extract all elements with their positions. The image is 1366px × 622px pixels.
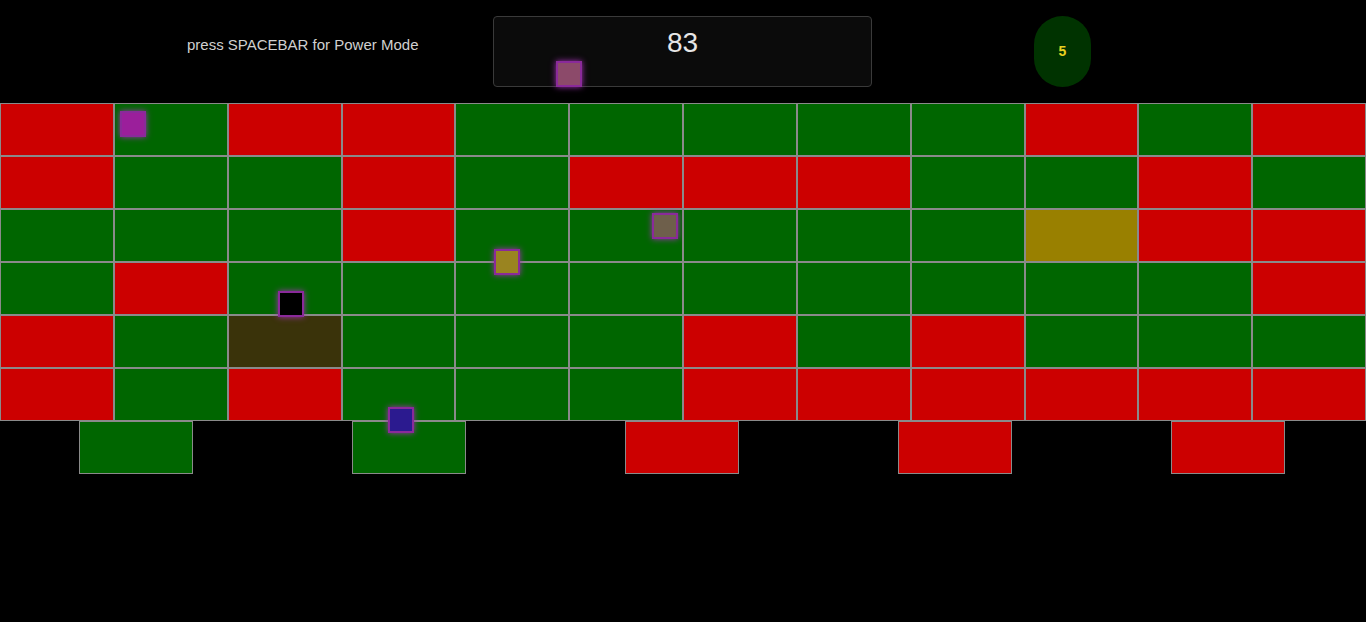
grid-tile[interactable] [1252, 209, 1366, 262]
grid-tile[interactable] [114, 368, 228, 421]
grid-tile[interactable] [455, 315, 569, 368]
grid-tile[interactable] [797, 209, 911, 262]
grid-tile[interactable] [683, 262, 797, 315]
grid-tile[interactable] [0, 209, 114, 262]
grid-tile[interactable] [569, 368, 683, 421]
pad [1171, 421, 1285, 474]
lives-badge: 5 [1034, 16, 1091, 87]
grid-tile[interactable] [569, 156, 683, 209]
grid-tile[interactable] [1252, 262, 1366, 315]
grid-tile[interactable] [569, 262, 683, 315]
hud-bar: press SPACEBAR for Power Mode83 5 [0, 0, 1366, 103]
power-mode-hint: press SPACEBAR for Power Mode [187, 34, 493, 57]
grid-tile[interactable] [1025, 103, 1139, 156]
grid-tile[interactable] [1138, 156, 1252, 209]
game-piece[interactable] [388, 407, 414, 433]
grid-tile[interactable] [1252, 103, 1366, 156]
grid-tile[interactable] [797, 368, 911, 421]
grid-tile[interactable] [569, 103, 683, 156]
grid-tile[interactable] [1138, 315, 1252, 368]
grid-tile[interactable] [0, 156, 114, 209]
grid-tile[interactable] [683, 103, 797, 156]
grid-tile[interactable] [228, 103, 342, 156]
grid-tile[interactable] [797, 156, 911, 209]
grid-tile[interactable] [342, 209, 456, 262]
game-piece[interactable] [494, 249, 520, 275]
grid-tile[interactable] [683, 156, 797, 209]
game-screen: press SPACEBAR for Power Mode83 5 [0, 0, 1366, 622]
grid-tile[interactable] [228, 368, 342, 421]
pad [898, 421, 1012, 474]
grid-tile[interactable] [797, 262, 911, 315]
score-box: 83 [493, 16, 872, 87]
grid-tile[interactable] [683, 209, 797, 262]
grid-tile[interactable] [114, 209, 228, 262]
grid-tile[interactable] [683, 368, 797, 421]
grid-tile[interactable] [228, 156, 342, 209]
grid-tile[interactable] [1025, 262, 1139, 315]
grid-tile[interactable] [342, 262, 456, 315]
game-piece[interactable] [120, 111, 146, 137]
grid-tile[interactable] [0, 262, 114, 315]
grid-tile[interactable] [1252, 315, 1366, 368]
pad-row [0, 421, 1366, 474]
grid-tile[interactable] [1138, 368, 1252, 421]
grid-tile[interactable] [1252, 368, 1366, 421]
pad [625, 421, 739, 474]
grid-tile[interactable] [1138, 262, 1252, 315]
grid-tile[interactable] [1025, 368, 1139, 421]
grid-tile[interactable] [0, 103, 114, 156]
grid-tile[interactable] [911, 209, 1025, 262]
grid-tile[interactable] [683, 315, 797, 368]
grid-tile[interactable] [1138, 103, 1252, 156]
grid-tile[interactable] [228, 315, 342, 368]
grid-tile[interactable] [911, 262, 1025, 315]
grid-tile[interactable] [114, 156, 228, 209]
grid-tile[interactable] [114, 262, 228, 315]
grid-tile[interactable] [342, 156, 456, 209]
grid-tile[interactable] [455, 103, 569, 156]
grid-tile[interactable] [911, 315, 1025, 368]
grid-tile[interactable] [911, 368, 1025, 421]
grid-tile[interactable] [1025, 156, 1139, 209]
game-piece[interactable] [652, 213, 678, 239]
grid-tile[interactable] [911, 103, 1025, 156]
grid-tile[interactable] [569, 315, 683, 368]
grid-tile[interactable] [911, 156, 1025, 209]
grid-tile[interactable] [1252, 156, 1366, 209]
grid-tile[interactable] [342, 103, 456, 156]
grid-tile[interactable] [455, 368, 569, 421]
grid-tile[interactable] [797, 103, 911, 156]
grid-tile[interactable] [0, 368, 114, 421]
grid-tile[interactable] [228, 209, 342, 262]
grid-tile[interactable] [1025, 315, 1139, 368]
pad [79, 421, 193, 474]
tile-grid [0, 103, 1366, 421]
grid-tile[interactable] [797, 315, 911, 368]
game-piece[interactable] [556, 61, 582, 87]
grid-tile[interactable] [114, 315, 228, 368]
grid-tile[interactable] [342, 315, 456, 368]
game-piece[interactable] [278, 291, 304, 317]
grid-tile[interactable] [1138, 209, 1252, 262]
grid-tile[interactable] [455, 156, 569, 209]
grid-tile[interactable] [0, 315, 114, 368]
grid-tile[interactable] [1025, 209, 1139, 262]
